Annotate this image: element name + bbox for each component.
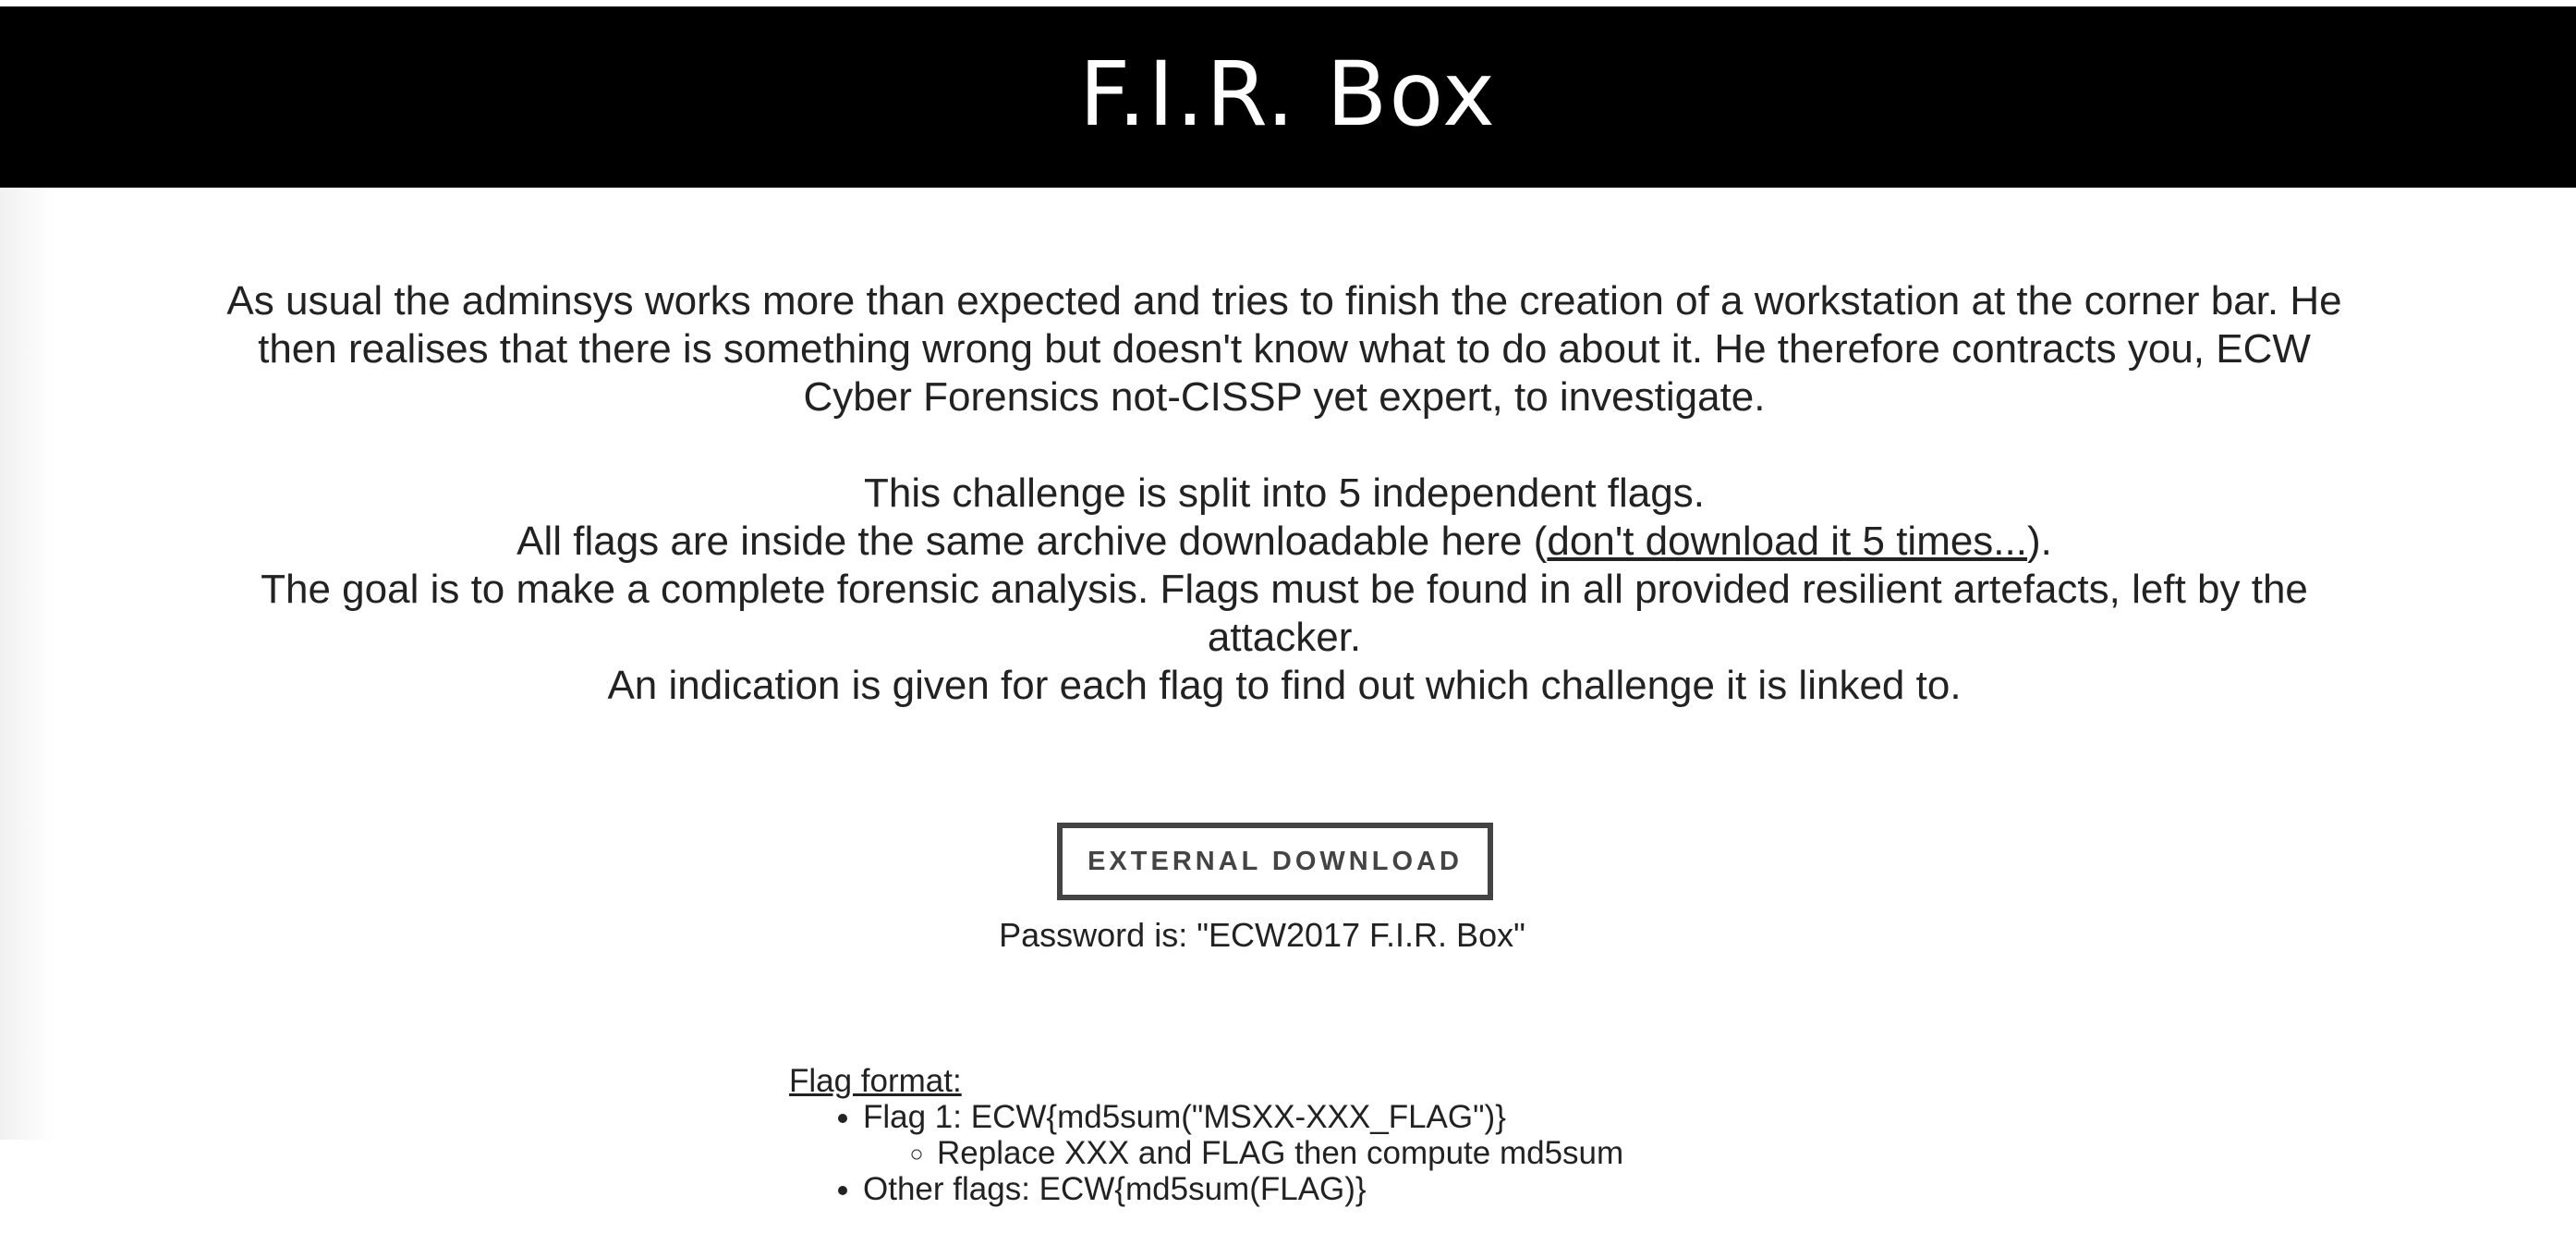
flag-1-format: Flag 1: ECW{md5sum("MSXX-XXX_FLAG")} [863, 1099, 1506, 1135]
download-button-container: EXTERNAL DOWNLOAD [0, 823, 2576, 900]
password-text: Password is: "ECW2017 F.I.R. Box" [999, 916, 1525, 954]
page: F.I.R. Box As usual the adminsys works m… [0, 0, 2576, 1233]
other-flags-format: Other flags: ECW{md5sum(FLAG)} [863, 1171, 1367, 1207]
list-item: Other flags: ECW{md5sum(FLAG)} [863, 1171, 1623, 1207]
archive-text-suffix: ). [2026, 519, 2052, 564]
list-item: Flag 1: ECW{md5sum("MSXX-XXX_FLAG")} Rep… [863, 1099, 1623, 1171]
flag-1-sub-list: Replace XXX and FLAG then compute md5sum [863, 1135, 1623, 1171]
external-download-button[interactable]: EXTERNAL DOWNLOAD [1057, 823, 1493, 900]
top-strip [0, 0, 2576, 6]
archive-download-link[interactable]: don't download it 5 times... [1547, 519, 2027, 564]
details-line-flags-count: This challenge is split into 5 independe… [864, 470, 1705, 516]
left-edge-shadow [0, 188, 55, 1140]
details-line-indication: An indication is given for each flag to … [607, 663, 1962, 708]
page-title: F.I.R. Box [1079, 43, 1497, 146]
flag-format-section: Flag format: Flag 1: ECW{md5sum("MSXX-XX… [789, 1063, 1623, 1207]
list-item: Replace XXX and FLAG then compute md5sum [937, 1135, 1623, 1171]
details-line-archive: All flags are inside the same archive do… [222, 518, 2347, 566]
details-block: This challenge is split into 5 independe… [222, 470, 2347, 710]
details-line-goal: The goal is to make a complete forensic … [261, 567, 2308, 660]
intro-paragraph: As usual the adminsys works more than ex… [226, 278, 2342, 420]
flag-format-list: Flag 1: ECW{md5sum("MSXX-XXX_FLAG")} Rep… [789, 1099, 1623, 1207]
challenge-description: As usual the adminsys works more than ex… [222, 277, 2347, 710]
page-header: F.I.R. Box [0, 6, 2576, 188]
archive-text-prefix: All flags are inside the same archive do… [516, 519, 1548, 564]
flag-format-heading: Flag format: [789, 1063, 962, 1099]
